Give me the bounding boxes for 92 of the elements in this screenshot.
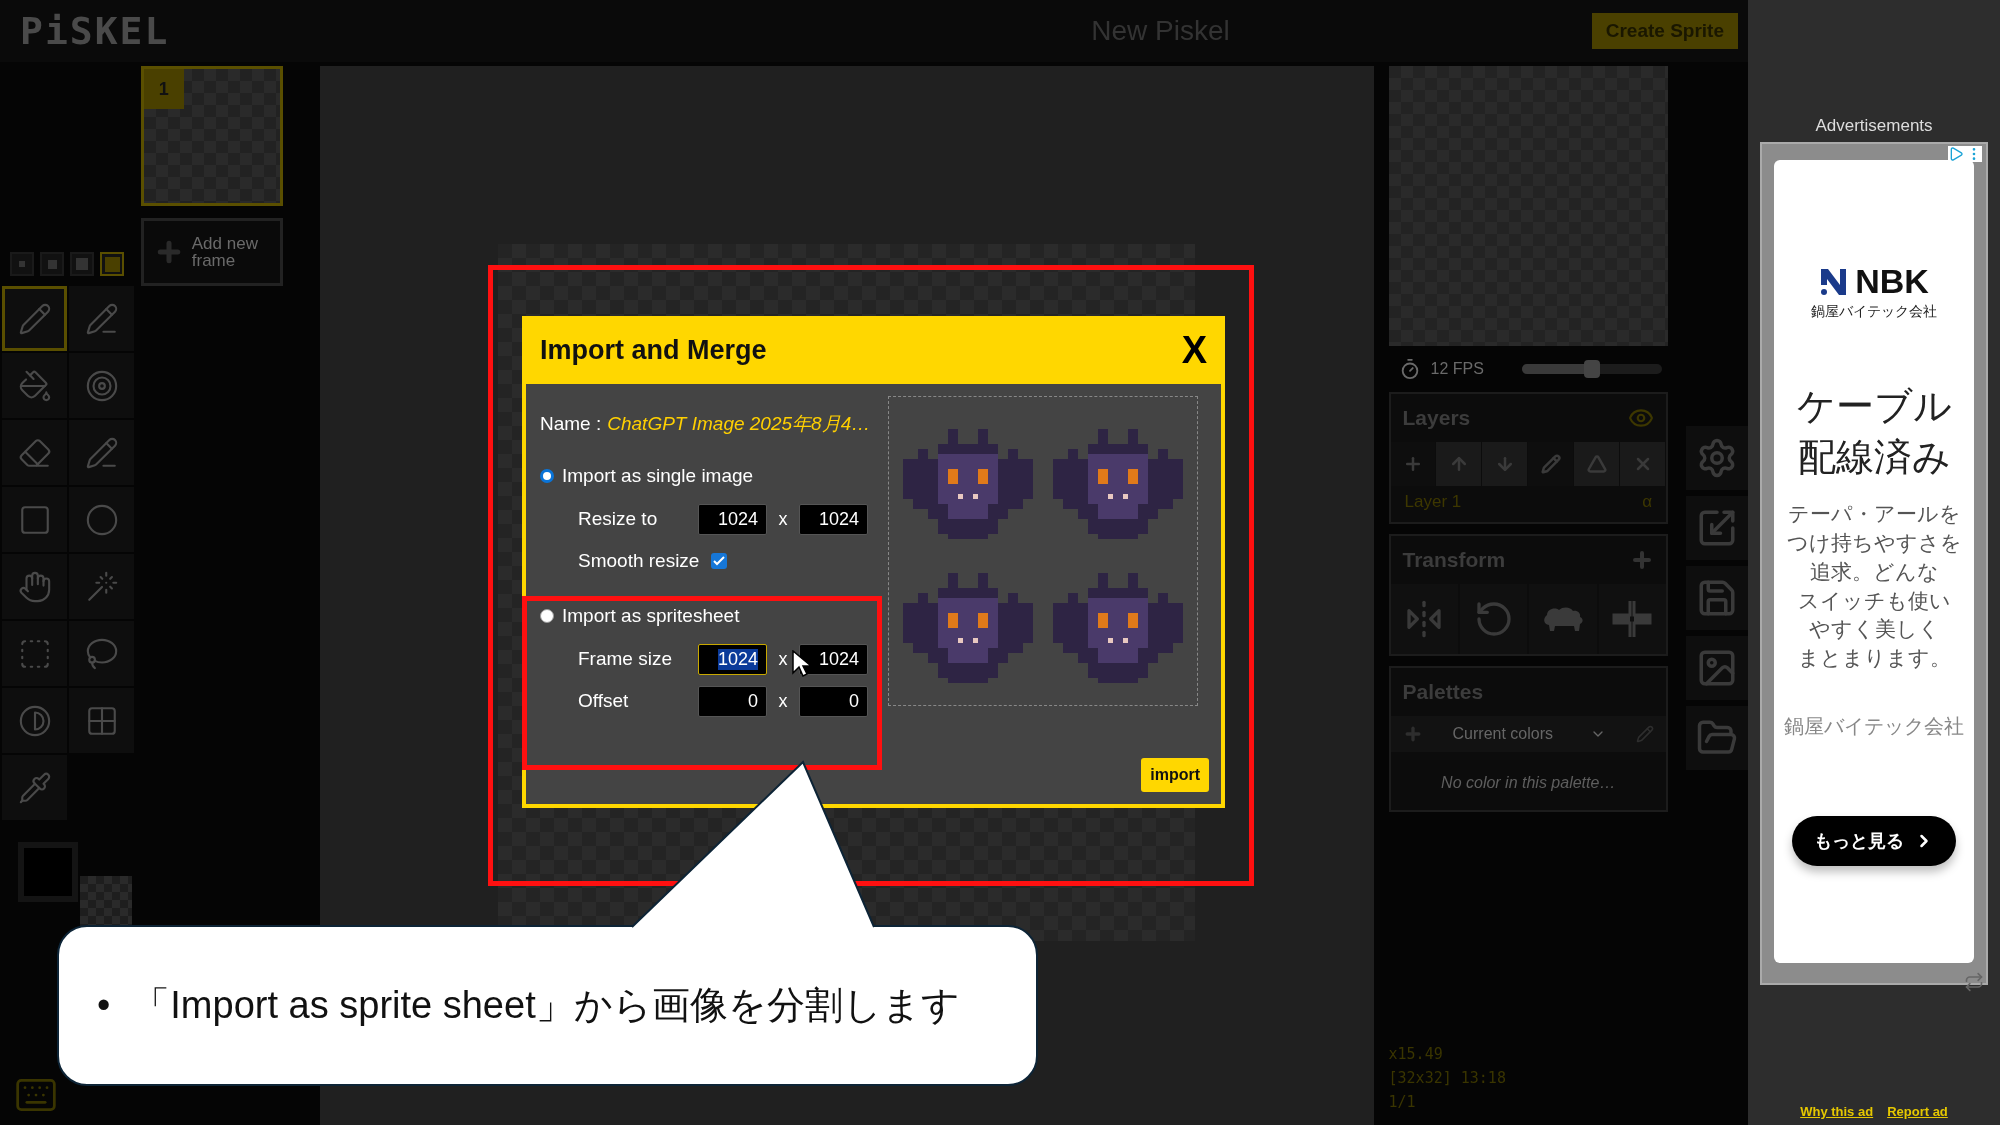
pencil-line-icon <box>84 435 119 470</box>
tool-button[interactable] <box>2 420 67 485</box>
number-input[interactable]: 1024 <box>799 503 868 535</box>
layer-action-button[interactable] <box>1482 442 1529 486</box>
layer-action-button[interactable] <box>1620 442 1667 486</box>
number-input[interactable]: 0 <box>698 685 767 717</box>
close-button[interactable]: X <box>1181 328 1207 372</box>
clone-button[interactable] <box>1529 584 1597 654</box>
radio-button[interactable] <box>540 469 554 483</box>
checkbox[interactable] <box>711 553 728 569</box>
file-name: ChatGPT Image 2025年8月4… <box>607 412 871 436</box>
side-panel-button[interactable] <box>1686 426 1748 490</box>
empty-palette-message: No color in this palette… <box>1440 773 1617 793</box>
mouse-cursor-icon <box>792 650 812 678</box>
tool-button[interactable] <box>69 286 134 351</box>
pen-size-button[interactable] <box>100 252 124 276</box>
ad-description: テーパ・アールを つけ持ちやすさを 追求。どんな スイッチも使い やすく美しく まとまります。 <box>1786 500 1962 672</box>
dialog-title: Import and Merge <box>540 334 767 366</box>
pencil-icon <box>17 301 52 336</box>
fps-slider-thumb[interactable] <box>1583 360 1600 378</box>
side-panel-button[interactable] <box>1686 706 1748 770</box>
number-input[interactable]: 1024 <box>698 643 767 675</box>
ad-info-icon[interactable] <box>1964 972 1984 992</box>
tool-button[interactable] <box>2 688 67 753</box>
tool-button[interactable] <box>2 353 67 418</box>
paint-bucket-icon <box>17 368 52 403</box>
app-logo: PiSKEL <box>20 9 170 53</box>
contrast-icon <box>17 703 52 738</box>
ad-link[interactable]: Report ad <box>1887 1104 1948 1119</box>
crosshair-icon <box>1612 599 1653 639</box>
radio-button[interactable] <box>540 609 554 623</box>
eyedropper-icon <box>17 770 52 805</box>
separator-text: x <box>777 648 789 670</box>
separator-text: x <box>777 508 789 530</box>
bullet-text: • <box>97 984 111 1027</box>
pencil-icon <box>1540 454 1561 474</box>
rotate-button[interactable] <box>1459 584 1528 654</box>
layer-action-button[interactable] <box>1436 442 1483 486</box>
triangle-icon <box>1586 454 1607 474</box>
ad-choices-icon[interactable] <box>1948 146 1964 162</box>
side-panel-button[interactable] <box>1686 566 1748 630</box>
checkbox-label: Smooth resize <box>578 550 700 572</box>
pen-size-button[interactable] <box>70 252 94 276</box>
option-label: Import as single image <box>562 465 754 487</box>
number-input[interactable]: 1024 <box>799 643 868 675</box>
lasso-icon <box>84 636 119 671</box>
tool-button[interactable] <box>69 554 134 619</box>
flip-button[interactable] <box>1390 584 1458 654</box>
separator-text: x <box>777 690 789 712</box>
target-icon <box>84 368 119 403</box>
field-label: Offset <box>578 690 630 712</box>
tool-button[interactable] <box>2 755 67 820</box>
side-panel-button[interactable] <box>1686 496 1748 560</box>
advertiser-name: 鍋屋バイテック会社 <box>1784 714 1964 740</box>
tool-button[interactable] <box>69 487 134 552</box>
number-input[interactable]: 1024 <box>698 503 767 535</box>
ad-card[interactable]: NBK 鍋屋バイテック会社 ケーブル 配線済み テーパ・アールを つけ持ちやすさを 追求。どんな スイッチも使い やすく美しく まとまります。 鍋屋バイテック会社 もっと見る <box>1774 160 1974 963</box>
pen-size-button[interactable] <box>40 252 64 276</box>
tool-button[interactable] <box>69 353 134 418</box>
frame-number: 1 <box>143 69 184 109</box>
layer-action-button[interactable] <box>1574 442 1621 486</box>
ad-header: Advertisements <box>1815 116 1933 136</box>
tool-button[interactable] <box>2 621 67 686</box>
center-button[interactable] <box>1598 584 1666 654</box>
ellipse-icon <box>84 502 119 537</box>
more-button[interactable]: もっと見る <box>1792 816 1956 867</box>
fps-label: 12 FPS <box>1430 360 1484 378</box>
tool-button[interactable] <box>69 688 134 753</box>
brand-name: NBK <box>1855 262 1929 301</box>
brand-subtitle: 鍋屋バイテック会社 <box>1811 303 1937 321</box>
side-panel-button[interactable] <box>1686 636 1748 700</box>
option-label: Import as spritesheet <box>562 605 740 627</box>
tool-button[interactable] <box>2 286 67 351</box>
tool-button[interactable] <box>2 487 67 552</box>
tool-button[interactable] <box>69 621 134 686</box>
plus-icon[interactable] <box>1630 548 1654 572</box>
hand-icon <box>17 569 52 604</box>
field-label: Frame size <box>578 648 673 670</box>
field-label: Resize to <box>578 508 659 530</box>
pen-size-button[interactable] <box>10 252 34 276</box>
ad-headline: ケーブル 配線済み <box>1796 384 1952 481</box>
pencil-line-icon <box>84 301 119 336</box>
import-button[interactable]: import <box>1141 758 1209 792</box>
number-input[interactable]: 0 <box>799 685 868 717</box>
name-label: Name : <box>540 413 602 435</box>
callout-text: 「Import as sprite sheet」から画像を分割します <box>132 983 960 1028</box>
add-frame-button[interactable]: Add new frame <box>140 218 283 286</box>
pencil-icon[interactable] <box>1636 725 1654 743</box>
ad-link[interactable]: Why this ad <box>1800 1104 1874 1119</box>
tool-button[interactable] <box>69 420 134 485</box>
tool-button[interactable] <box>2 554 67 619</box>
secondary-color-swatch[interactable] <box>80 876 132 928</box>
